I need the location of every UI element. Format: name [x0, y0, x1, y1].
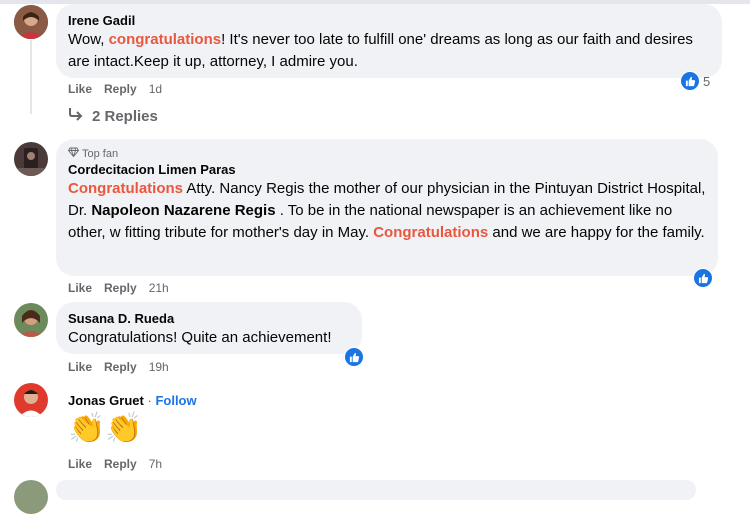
mention[interactable]: Napoleon Nazarene Regis	[91, 202, 275, 219]
comment-bubble-partial	[56, 480, 696, 500]
timestamp[interactable]: 1d	[149, 82, 162, 96]
reaction-count: 5	[703, 73, 711, 89]
view-replies-button[interactable]: 2 Replies	[68, 107, 158, 125]
avatar[interactable]	[14, 142, 48, 176]
comment-text: Wow, congratulations! It's never too lat…	[68, 29, 710, 73]
like-button[interactable]: Like	[68, 82, 92, 96]
highlight-word: congratulations	[108, 31, 222, 48]
reply-arrow-icon	[68, 107, 84, 125]
comment-bubble: Irene Gadil Wow, congratulations! It's n…	[56, 4, 722, 78]
comment-text: Congratulations! Quite an achievement!	[68, 329, 332, 346]
avatar[interactable]	[14, 303, 48, 337]
text-part: Wow,	[68, 31, 109, 48]
avatar[interactable]	[14, 383, 48, 417]
timestamp[interactable]: 21h	[149, 281, 169, 295]
author-row: Jonas Gruet · Follow	[68, 392, 197, 409]
author-name[interactable]: Jonas Gruet	[68, 393, 144, 408]
comment-actions: Like Reply 7h	[68, 457, 162, 471]
thread-line	[30, 40, 32, 114]
reply-button[interactable]: Reply	[104, 360, 137, 374]
reaction-summary[interactable]	[693, 268, 713, 288]
timestamp[interactable]: 19h	[149, 360, 169, 374]
timestamp[interactable]: 7h	[149, 457, 162, 471]
separator-dot: ·	[147, 393, 152, 408]
highlight-word: Congratulations	[68, 180, 183, 197]
reaction-summary[interactable]	[344, 347, 364, 367]
badge-label: Top fan	[82, 148, 119, 160]
highlight-word: Congratulations	[373, 224, 489, 241]
like-icon	[344, 347, 364, 367]
avatar[interactable]	[14, 5, 48, 39]
reply-button[interactable]: Reply	[104, 281, 137, 295]
like-button[interactable]: Like	[68, 457, 92, 471]
author-name[interactable]: Susana D. Rueda	[68, 310, 350, 327]
like-button[interactable]: Like	[68, 281, 92, 295]
replies-label: 2 Replies	[92, 107, 158, 125]
author-name[interactable]: Irene Gadil	[68, 12, 710, 29]
reply-button[interactable]: Reply	[104, 82, 137, 96]
follow-button[interactable]: Follow	[155, 393, 196, 408]
like-icon	[693, 268, 713, 288]
comment-bubble: Susana D. Rueda Congratulations! Quite a…	[56, 302, 362, 354]
avatar-partial[interactable]	[14, 480, 48, 514]
top-fan-badge: Top fan	[67, 147, 706, 161]
like-icon	[680, 71, 700, 91]
reply-button[interactable]: Reply	[104, 457, 137, 471]
comment-text: Congratulations Atty. Nancy Regis the mo…	[68, 178, 706, 244]
comment-actions: Like Reply 19h	[68, 360, 169, 374]
reaction-summary[interactable]: 5	[680, 71, 710, 91]
like-button[interactable]: Like	[68, 360, 92, 374]
clapping-emoji: 👏👏	[68, 412, 143, 445]
gem-icon	[67, 147, 80, 161]
author-name[interactable]: Cordecitacion Limen Paras	[68, 161, 706, 178]
comment-actions: Like Reply 1d	[68, 82, 162, 96]
comment-bubble: Top fan Cordecitacion Limen Paras Congra…	[56, 139, 718, 276]
text-part: and we are happy for the family.	[488, 224, 705, 241]
comment-actions: Like Reply 21h	[68, 281, 169, 295]
